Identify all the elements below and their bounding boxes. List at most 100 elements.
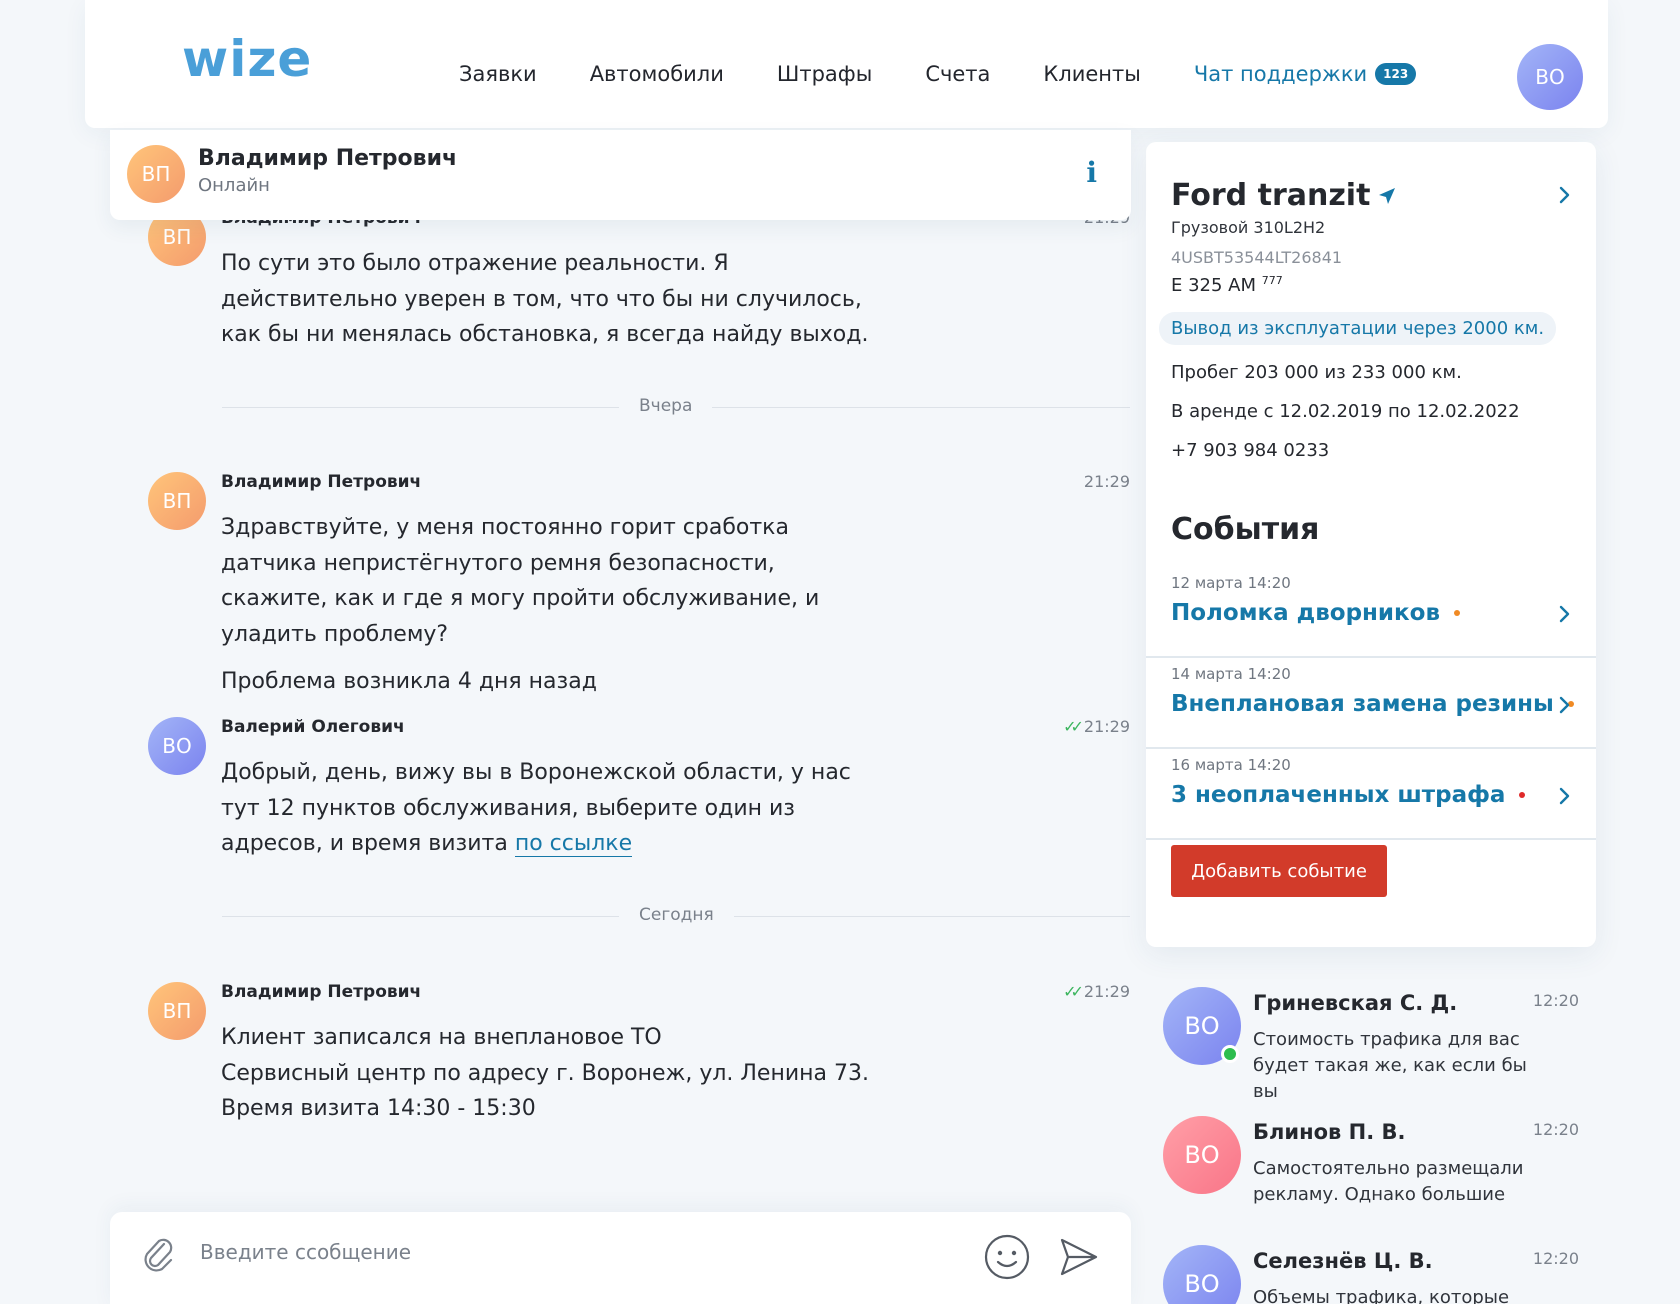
event-title: Внеплановая замена резины bbox=[1171, 691, 1574, 717]
date-divider-label: Вчера bbox=[619, 396, 713, 416]
message-time-text: 21:29 bbox=[1083, 982, 1130, 1001]
attach-icon[interactable] bbox=[140, 1234, 176, 1274]
message: ВП Владимир Петрович 21:29 Здравствуйте,… bbox=[148, 472, 1130, 694]
plate-region: 777 bbox=[1261, 274, 1283, 287]
event-title-text: Внеплановая замена резины bbox=[1171, 691, 1554, 717]
event-item[interactable]: 16 марта 14:20 3 неоплаченных штрафа bbox=[1146, 749, 1596, 840]
nav-support-chat[interactable]: Чат поддержки 123 bbox=[1193, 62, 1417, 86]
event-item[interactable]: 14 марта 14:20 Внеплановая замена резины bbox=[1146, 658, 1596, 749]
conversation-item[interactable]: ВО Селезнёв Ц. В. 12:20 Объемы трафика, … bbox=[1163, 1245, 1593, 1304]
contact-status: Онлайн bbox=[198, 175, 270, 196]
online-indicator bbox=[1221, 1045, 1239, 1063]
conversation-preview: Объемы трафика, которые bbox=[1253, 1287, 1510, 1304]
message-time: ✓✓ 21:29 bbox=[1063, 982, 1130, 1001]
message-input[interactable] bbox=[200, 1232, 880, 1272]
date-divider: Сегодня bbox=[222, 905, 1130, 925]
add-event-button[interactable]: Добавить событие bbox=[1171, 845, 1387, 897]
message: ВО Валерий Олегович ✓✓ 21:29 Добрый, ден… bbox=[148, 717, 1130, 867]
message-text: По сути это было отражение реальности. Я… bbox=[221, 251, 869, 347]
vehicle-mileage: Пробег 203 000 из 233 000 км. bbox=[1171, 362, 1462, 383]
nav-requests[interactable]: Заявки bbox=[459, 62, 537, 86]
nav-support-label: Чат поддержки bbox=[1193, 62, 1368, 86]
event-date: 16 марта 14:20 bbox=[1171, 756, 1291, 774]
contact-name: Владимир Петрович bbox=[198, 146, 458, 171]
message-avatar: ВП bbox=[148, 982, 206, 1040]
message-author: Валерий Олегович bbox=[221, 717, 405, 737]
event-title-text: 3 неоплаченных штрафа bbox=[1171, 782, 1506, 808]
message-avatar: ВП bbox=[148, 472, 206, 530]
message: ВП Владимир Петрович ✓✓ 21:29 Клиент зап… bbox=[148, 982, 1130, 1132]
vehicle-model: Грузовой 310L2H2 bbox=[1171, 218, 1326, 237]
message-line: Время визита 14:30 - 15:30 bbox=[221, 1096, 536, 1121]
main-nav: Заявки Автомобили Штрафы Счета Клиенты Ч… bbox=[459, 62, 1417, 86]
emoji-icon[interactable] bbox=[984, 1234, 1030, 1280]
vehicle-rent: В аренде с 12.02.2019 по 12.02.2022 bbox=[1171, 401, 1520, 422]
message-body: Добрый, день, вижу вы в Воронежской обла… bbox=[221, 755, 881, 862]
event-title-text: Поломка дворников bbox=[1171, 600, 1441, 626]
nav-invoices[interactable]: Счета bbox=[925, 62, 990, 86]
event-date: 12 марта 14:20 bbox=[1171, 574, 1291, 592]
conversation-time: 12:20 bbox=[1532, 1120, 1579, 1139]
conversation-avatar: ВО bbox=[1163, 1116, 1241, 1194]
event-title: 3 неоплаченных штрафа bbox=[1171, 782, 1526, 808]
info-icon[interactable]: i bbox=[1086, 156, 1097, 189]
message-text: Проблема возникла 4 дня назад bbox=[221, 669, 597, 694]
message-author: Владимир Петрович bbox=[221, 982, 422, 1002]
event-title: Поломка дворников bbox=[1171, 600, 1461, 626]
double-check-icon: ✓✓ bbox=[1063, 717, 1084, 736]
status-dot bbox=[1454, 610, 1461, 616]
message-time-text: 21:29 bbox=[1083, 472, 1130, 491]
send-icon[interactable] bbox=[1058, 1236, 1100, 1278]
chevron-right-icon bbox=[1559, 696, 1570, 714]
message-link[interactable]: по ссылке bbox=[514, 831, 633, 857]
message-body: Здравствуйте, у меня постоянно горит сра… bbox=[221, 510, 881, 700]
event-date: 14 марта 14:20 bbox=[1171, 665, 1291, 683]
conversation-name: Селезнёв Ц. В. bbox=[1253, 1249, 1433, 1273]
conversation-time: 12:20 bbox=[1532, 1249, 1579, 1268]
date-divider-label: Сегодня bbox=[619, 905, 734, 925]
vehicle-title[interactable]: Ford tranzit bbox=[1171, 178, 1396, 213]
chat-header: ВП Владимир Петрович Онлайн i bbox=[110, 130, 1131, 220]
contact-avatar: ВП bbox=[127, 145, 185, 203]
double-check-icon: ✓✓ bbox=[1063, 982, 1084, 1001]
message-text: Здравствуйте, у меня постоянно горит сра… bbox=[221, 515, 820, 647]
nav-fines[interactable]: Штрафы bbox=[777, 62, 872, 86]
conversation-preview: Стоимость трафика для вас будет такая же… bbox=[1253, 1029, 1527, 1102]
vehicle-phone: +7 903 984 0233 bbox=[1171, 440, 1330, 461]
chevron-right-icon bbox=[1559, 787, 1570, 805]
date-divider: Вчера bbox=[222, 396, 1130, 416]
decommission-notice: Вывод из эксплуатации через 2000 км. bbox=[1159, 312, 1557, 345]
message: ВП Владимир Петрович 21:29 По сути это б… bbox=[148, 208, 1130, 358]
user-avatar[interactable]: ВО bbox=[1517, 44, 1583, 110]
message-body: Клиент записался на внеплановое ТО Серви… bbox=[221, 1020, 881, 1127]
message-time-text: 21:29 bbox=[1083, 717, 1130, 736]
message-time: 21:29 bbox=[1084, 472, 1130, 491]
message-line: Сервисный центр по адресу г. Воронеж, ул… bbox=[221, 1060, 869, 1086]
conversation-item[interactable]: ВО Гриневская С. Д. 12:20 Стоимость траф… bbox=[1163, 987, 1593, 1102]
chevron-right-icon[interactable] bbox=[1558, 186, 1570, 204]
message-composer bbox=[110, 1212, 1131, 1304]
message-time: ✓✓ 21:29 bbox=[1063, 717, 1130, 736]
nav-cars[interactable]: Автомобили bbox=[590, 62, 724, 86]
events-title: События bbox=[1171, 512, 1320, 547]
nav-clients[interactable]: Клиенты bbox=[1043, 62, 1140, 86]
message-author: Владимир Петрович bbox=[221, 472, 422, 492]
conversation-time: 12:20 bbox=[1532, 991, 1579, 1010]
message-line: Клиент записался на внеплановое ТО bbox=[221, 1025, 662, 1050]
location-arrow-icon bbox=[1379, 187, 1396, 204]
event-item[interactable]: 12 марта 14:20 Поломка дворников bbox=[1146, 567, 1596, 658]
message-body: По сути это было отражение реальности. Я… bbox=[221, 246, 881, 353]
chevron-right-icon bbox=[1559, 605, 1570, 623]
wize-logo[interactable]: wize bbox=[182, 30, 312, 88]
vehicle-name: Ford tranzit bbox=[1171, 178, 1371, 213]
status-dot bbox=[1519, 792, 1526, 798]
conversation-item[interactable]: ВО Блинов П. В. 12:20 Самостоятельно раз… bbox=[1163, 1116, 1593, 1226]
vehicle-card: Ford tranzit Грузовой 310L2H2 4USBT53544… bbox=[1146, 142, 1596, 947]
conversation-name: Блинов П. В. bbox=[1253, 1120, 1406, 1144]
top-navbar: wize Заявки Автомобили Штрафы Счета Клие… bbox=[85, 0, 1608, 128]
message-avatar: ВО bbox=[148, 717, 206, 775]
vehicle-plate: E 325 AM 777 bbox=[1171, 274, 1283, 296]
conversation-preview: Самостоятельно размещали рекламу. Однако… bbox=[1253, 1158, 1524, 1205]
conversation-avatar: ВО bbox=[1163, 1245, 1241, 1304]
conversation-name: Гриневская С. Д. bbox=[1253, 991, 1458, 1015]
